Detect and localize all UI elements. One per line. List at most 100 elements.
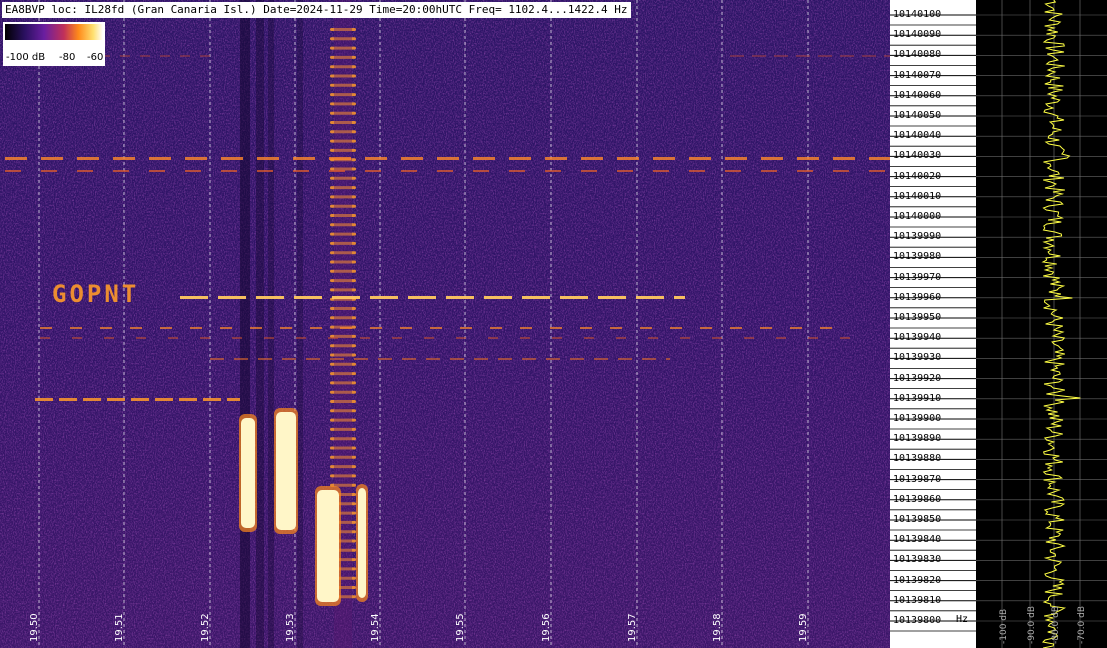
signal-dash (560, 296, 588, 299)
signal-dash (820, 327, 832, 329)
time-label: 19.57 (627, 613, 638, 642)
signal-dash (700, 327, 712, 329)
signal-dash (258, 358, 272, 360)
frequency-label: 10140040 (893, 130, 942, 142)
signal-dash (653, 157, 675, 160)
spectrum-axis-label: -80.0 dB (1051, 606, 1061, 644)
signal-dash (689, 170, 705, 172)
signal-dash (473, 170, 489, 172)
signal-burst (358, 488, 366, 598)
signal-dash (522, 358, 536, 360)
signal-dash (180, 55, 190, 57)
spectrum-axis-labels: -100 dB -90.0 dB -80.0 dB -70.0 dB (999, 606, 1087, 644)
signal-dash (636, 296, 664, 299)
spectrum-axis-label: -70.0 dB (1077, 606, 1087, 644)
signal-dash (392, 337, 402, 339)
frequency-label: 10139990 (893, 231, 942, 243)
signal-burst (241, 418, 255, 528)
signal-dash (131, 398, 149, 401)
signal-dash (490, 327, 502, 329)
signal-burst (276, 412, 296, 530)
signal-dash (450, 358, 464, 360)
signal-dash (581, 157, 603, 160)
spectrum-grid (976, 0, 1107, 648)
signal-dash (761, 157, 783, 160)
signal-dash (484, 296, 512, 299)
signal-dash (744, 337, 754, 339)
frequency-label: 10139850 (893, 514, 942, 525)
frequency-label: 10139820 (893, 574, 942, 586)
signal-dash (130, 327, 142, 329)
signal-dash (35, 398, 53, 401)
signal-dash (149, 170, 165, 172)
signal-dash (77, 170, 93, 172)
time-label: 19.53 (285, 613, 296, 642)
dark-column (268, 0, 274, 648)
signal-dash (40, 327, 52, 329)
signal-dash (648, 337, 658, 339)
waterfall-spectrogram: GOPNT 19.50 19.51 19.52 19.53 19.54 19.55 19.5… (0, 0, 890, 648)
scale-label-max: -60 (87, 52, 104, 63)
signal-dash (642, 358, 656, 360)
dark-column (240, 0, 250, 648)
signal-dash (790, 327, 802, 329)
frequency-label: 10139870 (893, 473, 942, 485)
signal-dash (160, 327, 172, 329)
signal-dash (474, 358, 488, 360)
callsign-trace: GOPNT (52, 280, 139, 308)
signal-dash (155, 398, 173, 401)
signal-dash (100, 327, 112, 329)
signal-dash (400, 327, 412, 329)
signal-dash (581, 170, 597, 172)
signal-dash (401, 170, 417, 172)
time-label: 19.51 (114, 613, 125, 642)
signal-dash (168, 337, 178, 339)
frequency-label: 10140020 (893, 170, 942, 182)
signal-dash (330, 358, 344, 360)
spectrum-axis-label: -90.0 dB (1027, 606, 1037, 644)
frequency-label: 10139970 (893, 271, 942, 283)
signal-dash (41, 170, 57, 172)
signal-dash (869, 157, 890, 160)
frequency-label: 10139800 (893, 615, 942, 626)
signal-dash (329, 157, 351, 160)
signal-dash (250, 327, 262, 329)
spectrum-plot: -100 dB -90.0 dB -80.0 dB -70.0 dB (976, 0, 1107, 648)
signal-dash (725, 157, 747, 160)
signal-dash (618, 358, 632, 360)
signal-dash (610, 327, 622, 329)
signal-dash (725, 170, 741, 172)
time-label: 19.58 (712, 613, 723, 642)
signal-dash (264, 337, 274, 339)
signal-dash (218, 296, 246, 299)
signal-dash (408, 296, 436, 299)
color-scale-bar (5, 24, 103, 40)
signal-dash (437, 170, 453, 172)
signal-dash (257, 170, 273, 172)
signal-dash (818, 55, 832, 57)
signal-dash (378, 358, 392, 360)
signal-dash (580, 327, 592, 329)
signal-dash (332, 296, 360, 299)
signal-dash (862, 55, 876, 57)
frequency-label: 10140000 (893, 211, 942, 222)
signal-dash (509, 170, 525, 172)
time-label: 19.59 (798, 613, 809, 642)
signal-dash (227, 398, 240, 401)
signal-dash (185, 157, 207, 160)
signal-dash (760, 327, 772, 329)
signal-dash (221, 170, 237, 172)
frequency-label: 10139980 (893, 251, 942, 263)
signal-dash (869, 170, 885, 172)
signal-dash (280, 327, 292, 329)
signal-dash (498, 358, 512, 360)
signal-dash (5, 170, 21, 172)
frequency-label: 10140070 (893, 69, 942, 81)
signal-dash (179, 398, 197, 401)
scale-label-min: -100 dB (6, 52, 46, 63)
signal-dash (670, 327, 682, 329)
signal-dash (712, 337, 722, 339)
frequency-label: 10139950 (893, 312, 942, 323)
frequency-label: 10139930 (893, 352, 942, 364)
signal-dash (282, 358, 296, 360)
